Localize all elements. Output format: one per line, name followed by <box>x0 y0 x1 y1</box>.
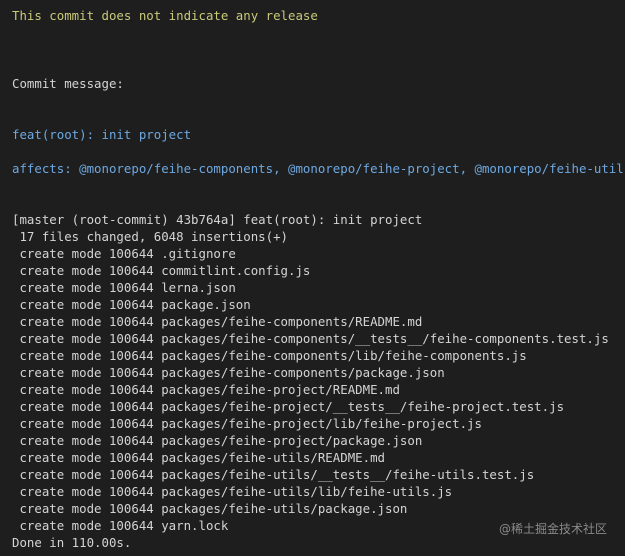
created-file-line: create mode 100644 packages/feihe-utils/… <box>12 484 453 499</box>
created-file-line: create mode 100644 packages/feihe-compon… <box>12 331 609 346</box>
created-file-line: create mode 100644 packages/feihe-utils/… <box>12 501 408 516</box>
affects-line: affects: @monorepo/feihe-components, @mo… <box>12 161 625 176</box>
created-file-line: create mode 100644 packages/feihe-utils/… <box>12 467 535 482</box>
created-file-line: create mode 100644 packages/feihe-compon… <box>12 348 527 363</box>
commit-message-label: Commit message: <box>12 76 124 91</box>
created-file-line: create mode 100644 packages/feihe-projec… <box>12 433 423 448</box>
created-file-line: create mode 100644 packages/feihe-compon… <box>12 314 423 329</box>
created-file-line: create mode 100644 lerna.json <box>12 280 236 295</box>
created-file-line: create mode 100644 packages/feihe-compon… <box>12 365 445 380</box>
created-file-line: create mode 100644 packages/feihe-projec… <box>12 399 565 414</box>
created-file-line: create mode 100644 .gitignore <box>12 246 236 261</box>
created-file-line: create mode 100644 yarn.lock <box>12 518 229 533</box>
created-file-line: create mode 100644 commitlint.config.js <box>12 263 311 278</box>
created-file-line: create mode 100644 packages/feihe-projec… <box>12 416 482 431</box>
watermark: @稀土掘金技术社区 <box>498 522 607 536</box>
created-file-line: create mode 100644 package.json <box>12 297 251 312</box>
release-notice: This commit does not indicate any releas… <box>12 8 318 23</box>
terminal-output: This commit does not indicate any releas… <box>0 0 625 556</box>
commit-header: [master (root-commit) 43b764a] feat(root… <box>12 212 423 227</box>
commit-subject: feat(root): init project <box>12 127 192 142</box>
created-file-line: create mode 100644 packages/feihe-projec… <box>12 382 400 397</box>
commit-summary: 17 files changed, 6048 insertions(+) <box>12 229 289 244</box>
created-file-line: create mode 100644 packages/feihe-utils/… <box>12 450 385 465</box>
done-line: Done in 110.00s. <box>12 535 132 550</box>
